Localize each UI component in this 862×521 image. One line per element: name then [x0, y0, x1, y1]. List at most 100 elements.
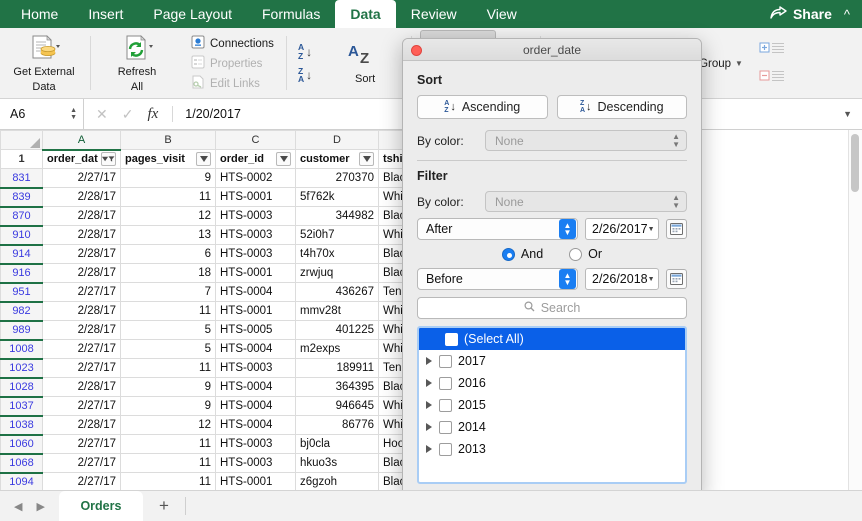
triangle-right-icon[interactable]: ▶	[36, 500, 44, 513]
column-header-d[interactable]: D	[295, 130, 379, 150]
vertical-scroll-thumb[interactable]	[851, 134, 859, 192]
cell-order-id[interactable]: HTS-0003	[215, 358, 296, 378]
cell-order-date[interactable]: 2/28/17	[42, 206, 121, 226]
sort-descending-button[interactable]: Z A ↓	[298, 66, 312, 85]
sort-by-color-select[interactable]: None ▲ ▼	[485, 130, 687, 151]
tab-formulas[interactable]: Formulas	[247, 0, 335, 28]
cell-order-date[interactable]: 2/28/17	[42, 377, 121, 397]
checkbox-icon[interactable]	[439, 442, 452, 456]
row-header[interactable]: 839	[0, 187, 43, 208]
cell-order-date[interactable]: 2/27/17	[42, 358, 121, 378]
row-header[interactable]: 1037	[0, 396, 43, 417]
cell-order-date[interactable]: 2/28/17	[42, 263, 121, 283]
expand-triangle-icon[interactable]	[426, 379, 432, 387]
cell-order-date[interactable]: 2/28/17	[42, 320, 121, 340]
row-header[interactable]: 1023	[0, 358, 43, 379]
sort-button[interactable]: A Z Sort	[327, 30, 403, 98]
row-header[interactable]: 1060	[0, 434, 43, 455]
cell-pages-visited[interactable]: 11	[120, 301, 216, 321]
refresh-all-button[interactable]: Refresh All	[99, 30, 175, 98]
share-label[interactable]: Share	[793, 6, 832, 22]
sort-ascending-button[interactable]: A Z ↓ Ascending	[417, 95, 548, 119]
cell-pages-visited[interactable]: 11	[120, 472, 216, 490]
cell-pages-visited[interactable]: 6	[120, 244, 216, 264]
calendar-picker-2-button[interactable]	[666, 269, 687, 289]
cell-order-id[interactable]: HTS-0003	[215, 206, 296, 226]
sort-descending-button[interactable]: Z A ↓ Descending	[556, 95, 687, 119]
expand-triangle-icon[interactable]	[426, 357, 432, 365]
select-all-corner[interactable]	[0, 130, 43, 150]
cell-customer[interactable]: 344982	[295, 206, 379, 226]
cell-pages-visited[interactable]: 5	[120, 320, 216, 340]
cell-order-date[interactable]: 2/27/17	[42, 282, 121, 302]
checkbox-icon[interactable]	[439, 398, 452, 412]
row-header[interactable]: 1028	[0, 377, 43, 398]
check-icon[interactable]: ✓	[122, 106, 134, 123]
edit-links-button[interactable]: Edit Links	[191, 75, 274, 92]
row-header[interactable]: 910	[0, 225, 43, 246]
cell-pages-visited[interactable]: 9	[120, 168, 216, 188]
cell-order-id[interactable]: HTS-0001	[215, 187, 296, 207]
row-header[interactable]: 831	[0, 168, 43, 189]
filter-value-item[interactable]: 2016	[419, 372, 685, 394]
cell-order-id[interactable]: HTS-0005	[215, 320, 296, 340]
checkbox-icon[interactable]	[439, 420, 452, 434]
cell-customer[interactable]: 401225	[295, 320, 379, 340]
tab-view[interactable]: View	[472, 0, 532, 28]
cell-order-id[interactable]: HTS-0002	[215, 168, 296, 188]
chevron-down-icon-date2[interactable]: ▼	[648, 276, 655, 283]
cell-order-date[interactable]: 2/28/17	[42, 187, 121, 207]
tab-page-layout[interactable]: Page Layout	[138, 0, 247, 28]
chevron-down-icon-date1[interactable]: ▼	[648, 226, 655, 233]
cell-order-id[interactable]: HTS-0001	[215, 301, 296, 321]
column-header-cell[interactable]: order_dat	[42, 149, 121, 169]
chevron-up-icon[interactable]: ^	[838, 7, 854, 22]
column-header-a[interactable]: A	[42, 130, 121, 151]
show-detail-button[interactable]	[759, 40, 785, 60]
chevron-down-icon[interactable]: ▼	[843, 109, 862, 119]
cell-pages-visited[interactable]: 9	[120, 377, 216, 397]
cell-order-id[interactable]: HTS-0003	[215, 434, 296, 454]
cell-order-id[interactable]: HTS-0004	[215, 339, 296, 359]
tab-data[interactable]: Data	[335, 0, 396, 28]
cell-order-date[interactable]: 2/27/17	[42, 396, 121, 416]
cell-customer[interactable]: t4h70x	[295, 244, 379, 264]
row-header-1[interactable]: 1	[0, 149, 43, 169]
condition-1-select[interactable]: After ▲ ▼	[417, 218, 578, 240]
cell-order-id[interactable]: HTS-0004	[215, 415, 296, 435]
cell-customer[interactable]: 52i0h7	[295, 225, 379, 245]
cell-order-id[interactable]: HTS-0001	[215, 472, 296, 490]
column-header-cell[interactable]: pages_visit	[120, 149, 216, 169]
row-header[interactable]: 914	[0, 244, 43, 265]
column-header-c[interactable]: C	[215, 130, 296, 150]
cell-customer[interactable]: 5f762k	[295, 187, 379, 207]
cell-customer[interactable]: 436267	[295, 282, 379, 302]
expand-triangle-icon[interactable]	[426, 401, 432, 409]
checkbox-icon[interactable]	[445, 332, 458, 346]
row-header[interactable]: 951	[0, 282, 43, 303]
cell-pages-visited[interactable]: 11	[120, 453, 216, 473]
column-header-b[interactable]: B	[120, 130, 216, 150]
connections-button[interactable]: Connections	[191, 35, 274, 52]
cell-order-date[interactable]: 2/27/17	[42, 339, 121, 359]
cell-pages-visited[interactable]: 11	[120, 358, 216, 378]
filter-dropdown-2[interactable]	[276, 152, 291, 166]
cell-order-id[interactable]: HTS-0004	[215, 377, 296, 397]
add-sheet-button[interactable]: +	[143, 491, 185, 521]
condition-2-select[interactable]: Before ▲ ▼	[417, 268, 578, 290]
checkbox-icon[interactable]	[439, 376, 452, 390]
calendar-picker-1-button[interactable]	[666, 219, 687, 239]
tab-home[interactable]: Home	[6, 0, 73, 28]
cell-order-id[interactable]: HTS-0003	[215, 244, 296, 264]
cell-customer[interactable]: bj0cla	[295, 434, 379, 454]
cell-pages-visited[interactable]: 11	[120, 434, 216, 454]
filter-value-item[interactable]: 2014	[419, 416, 685, 438]
get-external-data-button[interactable]: Get External Data	[6, 30, 82, 98]
hide-detail-button[interactable]	[759, 68, 785, 88]
filter-dropdown-3[interactable]	[359, 152, 374, 166]
cell-order-id[interactable]: HTS-0001	[215, 263, 296, 283]
cell-order-date[interactable]: 2/28/17	[42, 225, 121, 245]
cell-pages-visited[interactable]: 12	[120, 206, 216, 226]
filter-value-item[interactable]: 2017	[419, 350, 685, 372]
row-header[interactable]: 916	[0, 263, 43, 284]
